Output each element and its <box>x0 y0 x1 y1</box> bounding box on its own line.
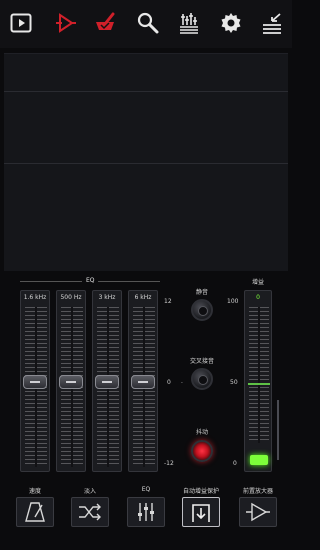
gear-icon[interactable] <box>218 10 244 36</box>
mute-label: 静音 <box>195 289 208 296</box>
fade-in-button[interactable] <box>71 497 109 527</box>
collapse-list-icon[interactable] <box>259 10 285 36</box>
amplifier-icon <box>246 502 270 522</box>
eq-scale-bottom: -12 <box>164 460 174 467</box>
vibrate-label: 抖动 <box>195 429 208 436</box>
gain-track <box>249 307 269 443</box>
preamp-label: 前置放大器 <box>242 488 273 495</box>
gain-label: 增益 <box>251 279 264 286</box>
eq-header-line-left <box>20 281 82 282</box>
gain-slider[interactable]: 0 <box>244 290 272 472</box>
crossfade-button[interactable] <box>191 368 213 390</box>
shuffle-icon <box>79 503 101 521</box>
eq-header-line-right <box>98 281 160 282</box>
sliders-icon <box>138 503 154 521</box>
preamp-button[interactable] <box>239 497 277 527</box>
eq-slider-knob[interactable] <box>59 375 83 389</box>
mortar-pestle-icon[interactable] <box>92 10 118 36</box>
eq-toggle-button[interactable] <box>127 497 165 527</box>
gain-led <box>250 455 268 465</box>
auto-gain-label: 自动增益保护 <box>182 488 219 495</box>
output-signal-icon[interactable] <box>53 10 79 36</box>
eq-slider-knob[interactable] <box>131 375 155 389</box>
fade-in-label: 淡入 <box>83 488 96 495</box>
eq-band-4[interactable]: 6 kHz <box>128 290 158 472</box>
gain-value: 0 <box>256 294 260 301</box>
eq-scale-top: 12 <box>164 298 172 305</box>
eq-band-label: 3 kHz <box>98 294 116 301</box>
eq-band-3[interactable]: 3 kHz <box>92 290 122 472</box>
grid-line <box>4 163 288 164</box>
equalizer-icon[interactable] <box>176 10 202 36</box>
mute-button[interactable] <box>191 299 213 321</box>
gain-scale-bottom: 0 <box>233 460 237 467</box>
eq-slider-knob[interactable] <box>95 375 119 389</box>
eq-band-label: 6 kHz <box>134 294 152 301</box>
auto-gain-button[interactable] <box>182 497 220 527</box>
spectrum-display <box>4 53 288 271</box>
metronome-icon <box>25 502 45 522</box>
top-toolbar <box>0 0 292 48</box>
eq-slider-knob[interactable] <box>23 375 47 389</box>
search-icon[interactable] <box>135 10 161 36</box>
gain-scale-top: 100 <box>227 298 239 305</box>
eq-scale-middle: 0 <box>167 379 171 386</box>
play-icon[interactable] <box>8 10 34 36</box>
gain-level-marker <box>248 383 270 385</box>
eq-band-label: 500 Hz <box>60 294 82 301</box>
gain-protect-icon <box>192 504 210 522</box>
eq-band-1[interactable]: 1.6 kHz <box>20 290 50 472</box>
eq-section-label: EQ <box>86 277 95 284</box>
crossfade-label: 交叉接音 <box>189 358 214 365</box>
separator-dot: . <box>181 378 183 385</box>
scrollbar[interactable] <box>277 400 279 460</box>
gain-scale-mid: 50 <box>230 379 238 386</box>
vibrate-led-button[interactable] <box>191 440 213 462</box>
eq-band-2[interactable]: 500 Hz <box>56 290 86 472</box>
eq-button-label: EQ <box>141 486 151 493</box>
eq-band-label: 1.6 kHz <box>23 294 47 301</box>
grid-line <box>4 91 288 92</box>
tempo-button[interactable] <box>16 497 54 527</box>
tempo-label: 速度 <box>28 488 41 495</box>
